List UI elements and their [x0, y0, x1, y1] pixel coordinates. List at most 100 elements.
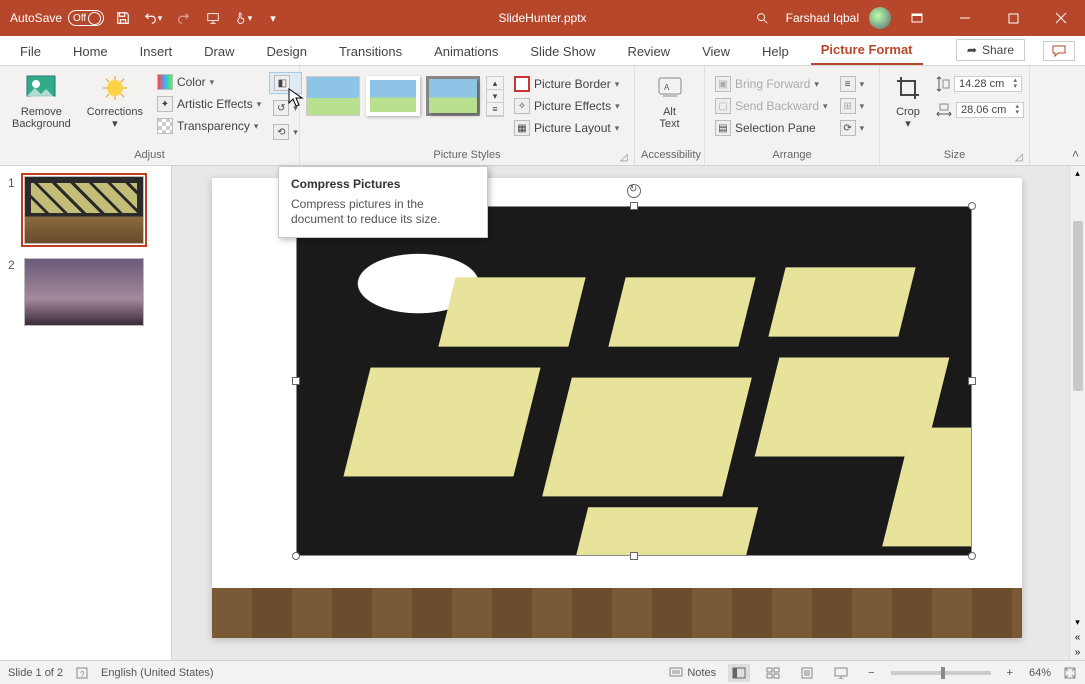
corrections-button[interactable]: Corrections▾ [81, 70, 149, 148]
undo-icon[interactable]: ▾ [142, 7, 164, 29]
next-slide-icon[interactable]: » [1073, 645, 1083, 660]
collapse-ribbon-button[interactable]: ˄ [1072, 147, 1079, 161]
tab-review[interactable]: Review [617, 38, 680, 65]
picture-content [296, 206, 972, 556]
resize-handle-tr[interactable] [968, 202, 976, 210]
autosave-toggle[interactable]: AutoSave Off [10, 10, 104, 26]
redo-icon[interactable] [172, 7, 194, 29]
tab-help[interactable]: Help [752, 38, 799, 65]
gallery-more-icon[interactable]: ≡ [487, 103, 503, 116]
vertical-scrollbar[interactable]: ▴ ▾ « » [1069, 166, 1085, 660]
resize-handle-r[interactable] [968, 377, 976, 385]
color-button[interactable]: Color▾ [153, 72, 265, 92]
autosave-label: AutoSave [10, 11, 62, 25]
alt-text-button[interactable]: A Alt Text [641, 70, 698, 148]
normal-view-button[interactable] [728, 664, 750, 682]
tab-picture-format[interactable]: Picture Format [811, 36, 923, 65]
transparency-icon [157, 118, 173, 134]
save-icon[interactable] [112, 7, 134, 29]
slide-sorter-view-button[interactable] [762, 664, 784, 682]
slideshow-view-button[interactable] [830, 664, 852, 682]
touch-mode-icon[interactable]: ▾ [232, 7, 254, 29]
svg-text:?: ? [80, 670, 85, 679]
user-name[interactable]: Farshad Iqbal [780, 11, 865, 25]
compress-pictures-button[interactable]: ◧ [269, 72, 302, 94]
accessibility-check-icon[interactable]: ? [75, 666, 89, 680]
zoom-in-button[interactable]: + [1003, 667, 1017, 679]
crop-button[interactable]: Crop▾ [886, 70, 930, 148]
minimize-button[interactable] [943, 0, 987, 36]
picture-styles-gallery[interactable]: ▴▾≡ [306, 70, 504, 148]
slide-thumbnail-2[interactable] [24, 258, 144, 326]
change-picture-button[interactable]: ↺▾ [269, 98, 302, 118]
width-input[interactable]: 28.06 cm▴▾ [936, 102, 1024, 118]
resize-handle-br[interactable] [968, 552, 976, 560]
language-indicator[interactable]: English (United States) [101, 667, 214, 679]
group-icon: ⊞ [840, 98, 856, 114]
user-avatar[interactable] [869, 7, 891, 29]
artistic-effects-button[interactable]: ✦Artistic Effects▾ [153, 94, 265, 114]
rotation-handle[interactable] [627, 184, 641, 198]
tab-design[interactable]: Design [257, 38, 317, 65]
zoom-level[interactable]: 64% [1029, 667, 1051, 679]
maximize-button[interactable] [991, 0, 1035, 36]
fit-to-window-button[interactable] [1063, 666, 1077, 680]
tab-draw[interactable]: Draw [194, 38, 244, 65]
tab-insert[interactable]: Insert [130, 38, 183, 65]
zoom-out-button[interactable]: − [864, 667, 878, 679]
selection-pane-button[interactable]: ▤Selection Pane [711, 118, 832, 138]
close-button[interactable] [1039, 0, 1083, 36]
picture-effects-button[interactable]: ✧Picture Effects▾ [510, 96, 624, 116]
ribbon-display-options-icon[interactable] [895, 0, 939, 36]
picture-border-button[interactable]: Picture Border▾ [510, 74, 624, 94]
width-icon [936, 103, 952, 117]
resize-handle-l[interactable] [292, 377, 300, 385]
picture-layout-button[interactable]: ▦Picture Layout▾ [510, 118, 624, 138]
group-button[interactable]: ⊞▾ [836, 96, 869, 116]
tab-file[interactable]: File [10, 38, 51, 65]
height-input[interactable]: 14.28 cm▴▾ [936, 76, 1024, 92]
scroll-down-icon[interactable]: ▾ [1073, 615, 1082, 630]
pic-style-thumb-3[interactable] [426, 76, 480, 116]
slide-canvas[interactable] [212, 178, 1022, 638]
slide-canvas-area[interactable]: ▴ ▾ « » [172, 166, 1085, 660]
tab-home[interactable]: Home [63, 38, 118, 65]
notes-toggle[interactable]: Notes [669, 667, 716, 679]
rotate-button[interactable]: ⟳▾ [836, 118, 869, 138]
tab-animations[interactable]: Animations [424, 38, 508, 65]
resize-handle-b[interactable] [630, 552, 638, 560]
present-from-beginning-icon[interactable] [202, 7, 224, 29]
remove-background-button[interactable]: Remove Background [6, 70, 77, 148]
gallery-scrollbar[interactable]: ▴▾≡ [486, 76, 504, 117]
resize-handle-bl[interactable] [292, 552, 300, 560]
resize-handle-t[interactable] [630, 202, 638, 210]
slide-thumbnails-pane[interactable]: 1 2 [0, 166, 172, 660]
tab-slideshow[interactable]: Slide Show [520, 38, 605, 65]
tab-view[interactable]: View [692, 38, 740, 65]
zoom-slider[interactable] [891, 671, 991, 675]
gallery-down-icon[interactable]: ▾ [487, 90, 503, 103]
reading-view-button[interactable] [796, 664, 818, 682]
pic-style-thumb-1[interactable] [306, 76, 360, 116]
scroll-up-icon[interactable]: ▴ [1073, 166, 1082, 181]
bring-forward-button[interactable]: ▣Bring Forward▾ [711, 74, 832, 94]
tab-transitions[interactable]: Transitions [329, 38, 412, 65]
share-button[interactable]: ➦Share [956, 39, 1025, 61]
pic-style-thumb-2[interactable] [366, 76, 420, 116]
reset-picture-button[interactable]: ⟲▾ [269, 122, 302, 142]
customize-qat-icon[interactable]: ▾ [262, 7, 284, 29]
selected-picture[interactable] [296, 206, 972, 556]
gallery-up-icon[interactable]: ▴ [487, 77, 503, 90]
color-icon [157, 74, 173, 90]
scrollbar-thumb[interactable] [1073, 221, 1083, 391]
slide-indicator[interactable]: Slide 1 of 2 [8, 667, 63, 679]
send-backward-button[interactable]: ▢Send Backward▾ [711, 96, 832, 116]
slide-thumbnail-1[interactable] [24, 176, 144, 244]
search-icon[interactable] [748, 7, 776, 29]
comments-button[interactable] [1043, 41, 1075, 61]
size-launcher[interactable]: ◿ [1015, 152, 1025, 162]
picture-styles-launcher[interactable]: ◿ [620, 152, 630, 162]
align-button[interactable]: ≡▾ [836, 74, 869, 94]
transparency-button[interactable]: Transparency▾ [153, 116, 265, 136]
prev-slide-icon[interactable]: « [1073, 630, 1083, 645]
